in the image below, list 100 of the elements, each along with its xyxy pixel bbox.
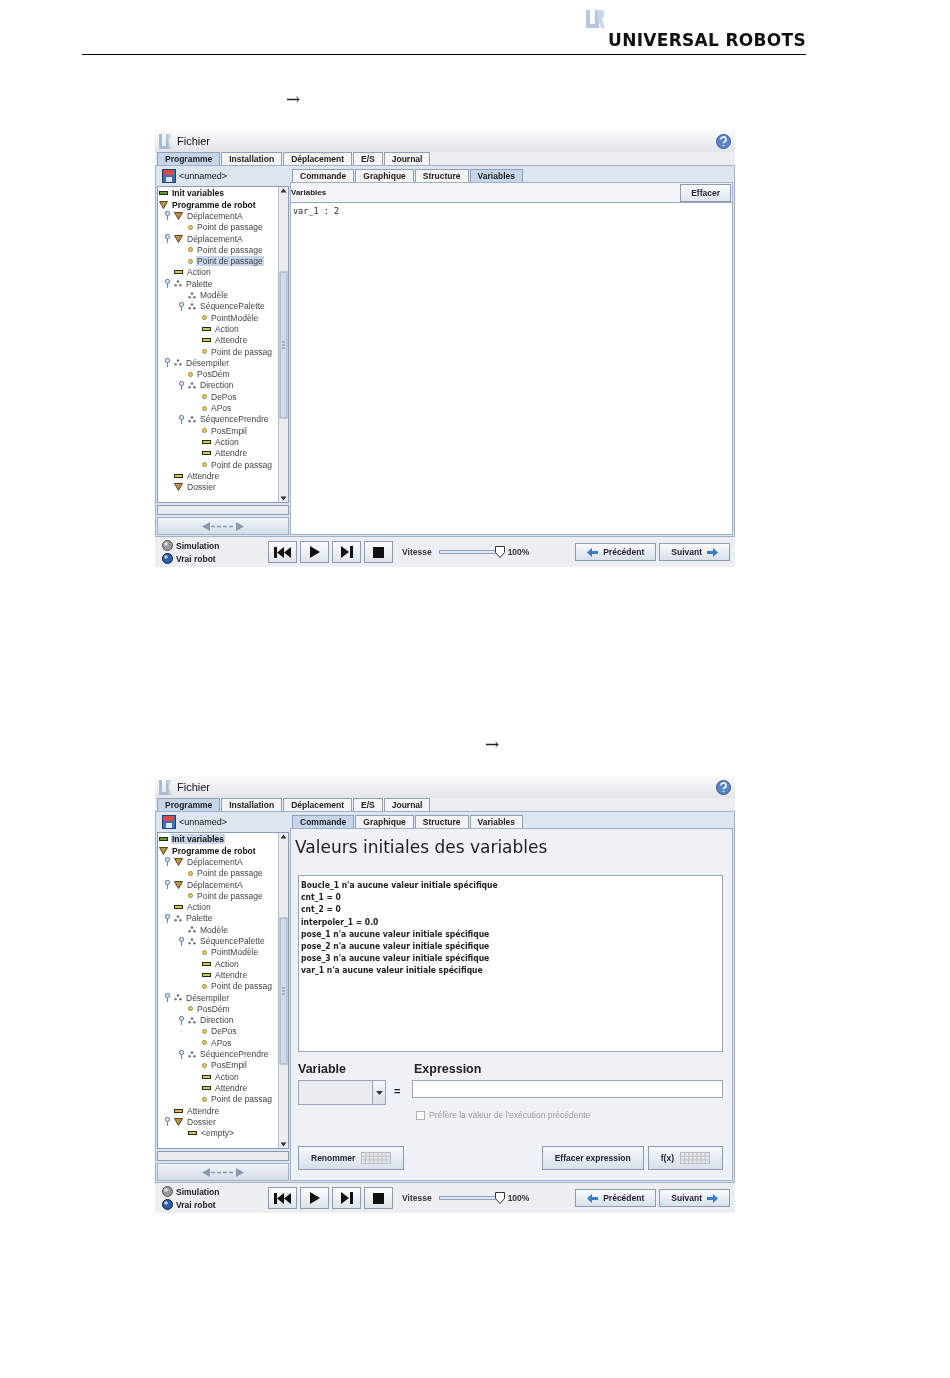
- tree-item[interactable]: Dossier: [186, 1116, 217, 1127]
- expand-icon[interactable]: [164, 1117, 171, 1127]
- tab[interactable]: Journal: [383, 152, 431, 165]
- vertical-scrollbar[interactable]: [278, 186, 288, 503]
- expand-icon[interactable]: [164, 211, 171, 221]
- expand-icon[interactable]: [164, 234, 171, 244]
- splitter-bar[interactable]: [157, 1163, 289, 1181]
- tree-item[interactable]: <empty>: [200, 1128, 236, 1139]
- tree-item[interactable]: Dossier: [186, 482, 217, 493]
- expand-icon[interactable]: [164, 913, 171, 923]
- tree-item[interactable]: Point de passag: [210, 1094, 273, 1105]
- action-button[interactable]: f(x): [647, 1146, 723, 1170]
- expand-icon[interactable]: [178, 380, 185, 390]
- tree-item[interactable]: Action: [214, 323, 240, 334]
- tree-item[interactable]: DePos: [210, 1026, 238, 1037]
- tree-item[interactable]: Init variables: [171, 188, 225, 199]
- tree-item[interactable]: Point de passage: [196, 244, 264, 255]
- tab[interactable]: Installation: [221, 152, 283, 165]
- expand-icon[interactable]: [164, 880, 171, 890]
- horizontal-scrollbar[interactable]: [157, 1151, 289, 1162]
- tab[interactable]: Graphique: [355, 169, 414, 182]
- tree-item[interactable]: PointModèle: [210, 947, 260, 958]
- tree-item[interactable]: DePos: [210, 391, 238, 402]
- scroll-down-icon[interactable]: [279, 495, 288, 503]
- expand-icon[interactable]: [178, 936, 185, 946]
- mode-radio[interactable]: Simulation: [162, 1185, 268, 1198]
- scroll-down-icon[interactable]: [279, 1141, 288, 1149]
- expand-icon[interactable]: [164, 993, 171, 1003]
- previous-button[interactable]: Précédent: [575, 1189, 657, 1207]
- stop-button[interactable]: [364, 1187, 393, 1209]
- tree-item[interactable]: PosEmpil: [210, 1060, 248, 1071]
- tree-item[interactable]: Palette: [185, 913, 214, 924]
- rewind-button[interactable]: [268, 1187, 297, 1209]
- next-button[interactable]: Suivant: [659, 1189, 730, 1207]
- clear-button[interactable]: Effacer: [680, 183, 731, 202]
- tree-item[interactable]: Attendre: [214, 335, 249, 346]
- next-button[interactable]: Suivant: [659, 543, 730, 561]
- action-button[interactable]: Renommer: [298, 1146, 405, 1170]
- expand-icon[interactable]: [164, 358, 171, 368]
- tab[interactable]: Journal: [383, 798, 431, 811]
- expand-icon[interactable]: [178, 301, 185, 311]
- tree-item[interactable]: Programme de robot: [171, 845, 257, 856]
- tab[interactable]: Commande: [292, 815, 355, 828]
- step-button[interactable]: [332, 1187, 361, 1209]
- vertical-scrollbar[interactable]: [278, 832, 288, 1149]
- tree-item[interactable]: Action: [214, 1071, 240, 1082]
- tree-item[interactable]: DéplacementA: [186, 879, 244, 890]
- tab[interactable]: Déplacement: [283, 798, 353, 811]
- save-icon[interactable]: [162, 169, 176, 184]
- play-button[interactable]: [300, 1187, 329, 1209]
- slider-thumb[interactable]: [494, 546, 505, 558]
- tree-item[interactable]: Point de passage: [196, 256, 264, 267]
- tree-item[interactable]: SéquencePrendre: [199, 1049, 270, 1059]
- tab[interactable]: Installation: [221, 798, 283, 811]
- tab[interactable]: Commande: [292, 169, 355, 182]
- variable-dropdown[interactable]: [298, 1080, 386, 1105]
- tree-item[interactable]: Attendre: [186, 470, 221, 481]
- tree-item[interactable]: Modèle: [199, 290, 229, 301]
- tree-item[interactable]: DéplacementA: [186, 856, 244, 867]
- tab[interactable]: E/S: [353, 152, 383, 165]
- tree-item[interactable]: SéquencePalette: [199, 936, 266, 947]
- tree-item[interactable]: Désempiler: [185, 357, 230, 368]
- tree-item[interactable]: APos: [210, 403, 233, 413]
- tree-item[interactable]: PosDém: [196, 369, 231, 380]
- tree-item[interactable]: Point de passag: [210, 981, 273, 992]
- play-button[interactable]: [300, 541, 329, 563]
- step-button[interactable]: [332, 541, 361, 563]
- tree-item[interactable]: Attendre: [214, 969, 249, 980]
- splitter-bar[interactable]: [157, 517, 289, 535]
- tree-item[interactable]: PosDém: [196, 1003, 231, 1014]
- expand-icon[interactable]: [164, 857, 171, 867]
- save-icon[interactable]: [162, 815, 176, 830]
- tree-item[interactable]: Désempiler: [185, 992, 230, 1003]
- tree-item[interactable]: Modèle: [199, 924, 229, 935]
- tree-item[interactable]: DéplacementA: [186, 210, 244, 221]
- tree-item[interactable]: Action: [214, 436, 240, 447]
- tree-item[interactable]: Direction: [199, 380, 235, 391]
- tab[interactable]: Programme: [157, 798, 221, 811]
- tree-item[interactable]: SéquencePrendre: [199, 414, 270, 425]
- tree-item[interactable]: Attendre: [214, 448, 249, 459]
- mode-radio[interactable]: Simulation: [162, 539, 268, 552]
- values-list[interactable]: [298, 875, 723, 1052]
- help-icon[interactable]: [716, 779, 731, 795]
- tree-item[interactable]: Point de passag: [210, 346, 273, 357]
- tree-item[interactable]: Attendre: [186, 1105, 221, 1116]
- tree-item[interactable]: PointModèle: [210, 312, 260, 323]
- action-button[interactable]: Effacer expression: [541, 1146, 644, 1170]
- tab[interactable]: Graphique: [355, 815, 414, 828]
- tab[interactable]: Déplacement: [283, 152, 353, 165]
- mode-radio[interactable]: Vrai robot: [162, 552, 268, 565]
- previous-button[interactable]: Précédent: [575, 543, 657, 561]
- tree-item[interactable]: APos: [210, 1037, 233, 1048]
- tree-item[interactable]: Palette: [185, 278, 214, 289]
- tree-item[interactable]: Init variables: [171, 834, 225, 845]
- expand-icon[interactable]: [178, 1049, 185, 1059]
- stop-button[interactable]: [364, 541, 393, 563]
- scroll-up-icon[interactable]: [279, 832, 288, 840]
- mode-radio[interactable]: Vrai robot: [162, 1198, 268, 1211]
- tree-item[interactable]: Attendre: [214, 1082, 249, 1093]
- tab[interactable]: Structure: [414, 169, 469, 182]
